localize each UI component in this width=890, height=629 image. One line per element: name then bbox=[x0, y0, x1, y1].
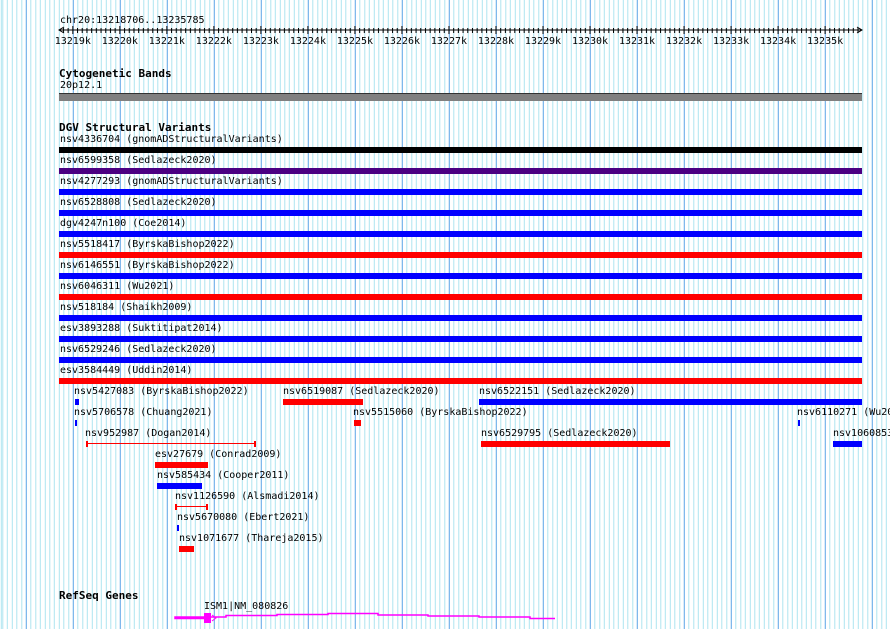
variant-label[interactable]: nsv6110271 (Wu20 bbox=[797, 407, 890, 418]
variant-bar[interactable] bbox=[798, 420, 800, 426]
variant-bar[interactable] bbox=[354, 420, 361, 426]
ruler-tick-label: 13231k bbox=[619, 36, 655, 47]
variant-bar[interactable] bbox=[179, 546, 194, 552]
cytoband-bar[interactable] bbox=[59, 93, 862, 101]
variant-label[interactable]: nsv585434 (Cooper2011) bbox=[157, 470, 289, 481]
variant-label[interactable]: nsv6529246 (Sedlazeck2020) bbox=[60, 344, 217, 355]
variant-label[interactable]: nsv6146551 (ByrskaBishop2022) bbox=[60, 260, 235, 271]
variant-label[interactable]: nsv5706578 (Chuang2021) bbox=[74, 407, 212, 418]
variant-label[interactable]: nsv4277293 (gnomADStructuralVariants) bbox=[60, 176, 283, 187]
variant-bar[interactable] bbox=[59, 273, 862, 279]
variant-label[interactable]: nsv6528808 (Sedlazeck2020) bbox=[60, 197, 217, 208]
variant-label[interactable]: nsv5518417 (ByrskaBishop2022) bbox=[60, 239, 235, 250]
variant-label[interactable]: nsv6599358 (Sedlazeck2020) bbox=[60, 155, 217, 166]
gene-model[interactable] bbox=[0, 605, 890, 629]
variant-label[interactable]: nsv5427083 (ByrskaBishop2022) bbox=[74, 386, 249, 397]
ruler-tick-label: 13219k bbox=[55, 36, 91, 47]
variant-label[interactable]: nsv6522151 (Sedlazeck2020) bbox=[479, 386, 636, 397]
variant-label[interactable]: nsv6529795 (Sedlazeck2020) bbox=[481, 428, 638, 439]
coordinate-ruler[interactable]: 13219k 13220k 13221k 13222k 13223k 13224k 1322… bbox=[0, 0, 890, 50]
variant-range-line[interactable] bbox=[86, 441, 256, 447]
variant-bar[interactable] bbox=[59, 357, 862, 363]
variant-bar[interactable] bbox=[59, 189, 862, 195]
ruler-tick-label: 13232k bbox=[666, 36, 702, 47]
ruler-tick-label: 13224k bbox=[290, 36, 326, 47]
ruler-tick-label: 13227k bbox=[431, 36, 467, 47]
variant-bar[interactable] bbox=[59, 252, 862, 258]
variant-bar[interactable] bbox=[59, 315, 862, 321]
variant-bar[interactable] bbox=[59, 168, 862, 174]
variant-bar[interactable] bbox=[75, 420, 77, 426]
ruler-tick-label: 13221k bbox=[149, 36, 185, 47]
variant-label[interactable]: esv3584449 (Uddin2014) bbox=[60, 365, 192, 376]
variant-bar[interactable] bbox=[479, 399, 862, 405]
variant-bar[interactable] bbox=[59, 147, 862, 153]
variant-range-line[interactable] bbox=[175, 504, 208, 510]
strand-arrow-icon bbox=[211, 614, 217, 622]
gene-intron-line bbox=[174, 612, 555, 620]
variant-bar[interactable] bbox=[155, 462, 208, 468]
variant-bar[interactable] bbox=[481, 441, 670, 447]
variant-label[interactable]: esv27679 (Conrad2009) bbox=[155, 449, 281, 460]
variant-bar[interactable] bbox=[157, 483, 202, 489]
variant-label[interactable]: dgv4247n100 (Coe2014) bbox=[60, 218, 186, 229]
ruler-tick-label: 13234k bbox=[760, 36, 796, 47]
cytoband-track-title: Cytogenetic Bands bbox=[59, 67, 172, 80]
variant-label[interactable]: nsv518184 (Shaikh2009) bbox=[60, 302, 192, 313]
variant-bar[interactable] bbox=[59, 294, 862, 300]
variant-label[interactable]: nsv6519087 (Sedlazeck2020) bbox=[283, 386, 440, 397]
variant-bar[interactable] bbox=[177, 525, 179, 531]
variant-label[interactable]: nsv1071677 (Thareja2015) bbox=[179, 533, 324, 544]
ruler-tick-label: 13225k bbox=[337, 36, 373, 47]
ruler-tick-label: 13233k bbox=[713, 36, 749, 47]
variant-bar[interactable] bbox=[59, 336, 862, 342]
variant-label[interactable]: esv3893288 (Suktitipat2014) bbox=[60, 323, 223, 334]
variant-label[interactable]: nsv5670080 (Ebert2021) bbox=[177, 512, 309, 523]
ruler-tick-label: 13223k bbox=[243, 36, 279, 47]
ruler-tick-label: 13230k bbox=[572, 36, 608, 47]
variant-bar[interactable] bbox=[59, 231, 862, 237]
cytoband-label: 20p12.1 bbox=[60, 80, 103, 91]
variant-label[interactable]: nsv1126590 (Alsmadi2014) bbox=[175, 491, 320, 502]
variant-label[interactable]: nsv5515060 (ByrskaBishop2022) bbox=[353, 407, 528, 418]
ruler-tick-label: 13222k bbox=[196, 36, 232, 47]
variant-bar[interactable] bbox=[283, 399, 363, 405]
variant-label[interactable]: nsv4336704 (gnomADStructuralVariants) bbox=[60, 134, 283, 145]
ruler-tick-label: 13229k bbox=[525, 36, 561, 47]
ruler-tick-label: 13228k bbox=[478, 36, 514, 47]
ruler-tick-label: 13235k bbox=[807, 36, 843, 47]
refseq-track-title: RefSeq Genes bbox=[59, 589, 139, 602]
ruler-tick-label: 13220k bbox=[102, 36, 138, 47]
variant-bar[interactable] bbox=[833, 441, 862, 447]
variant-bar[interactable] bbox=[75, 399, 79, 405]
variant-label[interactable]: nsv952987 (Dogan2014) bbox=[85, 428, 211, 439]
ruler-tick-label: 13226k bbox=[384, 36, 420, 47]
variant-label[interactable]: nsv1060853 bbox=[833, 428, 890, 439]
variant-bar[interactable] bbox=[59, 210, 862, 216]
dgv-track-title: DGV Structural Variants bbox=[59, 121, 212, 134]
variant-bar[interactable] bbox=[59, 378, 862, 384]
variant-label[interactable]: nsv6046311 (Wu2021) bbox=[60, 281, 174, 292]
